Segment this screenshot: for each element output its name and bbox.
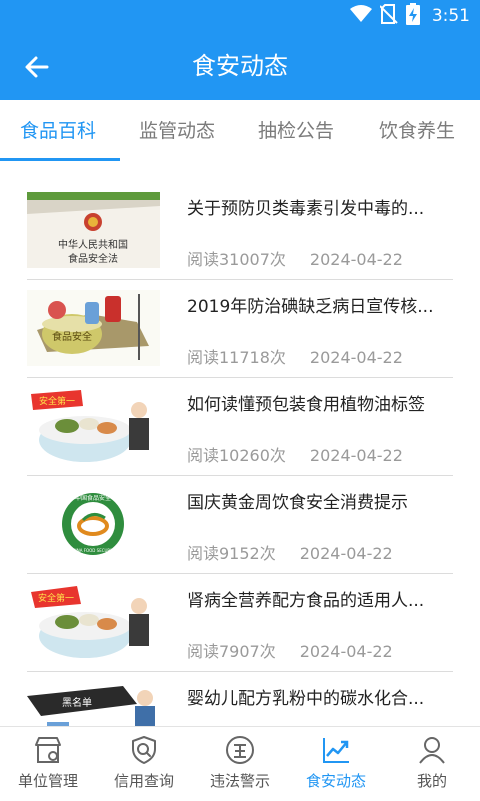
article-thumbnail: 食品安全 (27, 290, 160, 366)
list-item[interactable]: 安全第一 如何读懂预包装食用植物油标签 阅读10260次 2024-04-22 (0, 378, 480, 476)
no-sim-icon (379, 4, 398, 28)
shield-search-icon (132, 736, 156, 764)
nav-violation-warning[interactable]: 违法警示 (192, 727, 288, 801)
article-thumbnail: 黑名单 (27, 682, 160, 726)
status-icons: 3:51 (349, 3, 470, 29)
article-title: 肾病全营养配方食品的适用人... (187, 591, 425, 611)
svg-text:食品安全法: 食品安全法 (68, 252, 118, 265)
nav-food-safety-news[interactable]: 食安动态 (288, 727, 384, 801)
read-count: 阅读11718次 (187, 348, 286, 367)
read-count: 阅读10260次 (187, 446, 286, 465)
article-title: 如何读懂预包装食用植物油标签 (187, 395, 425, 415)
svg-text:食品安全: 食品安全 (52, 330, 92, 343)
svg-text:CHINA FOOD SECURITY: CHINA FOOD SECURITY (70, 548, 117, 553)
tab-inspection-notices[interactable]: 抽检公告 (258, 100, 334, 162)
tab-diet-health[interactable]: 饮食养生 (379, 100, 455, 162)
back-button[interactable] (22, 52, 52, 82)
read-count: 阅读31007次 (187, 250, 286, 269)
publish-date: 2024-04-22 (299, 642, 393, 661)
svg-text:黑名单: 黑名单 (62, 696, 92, 709)
article-meta: 阅读9152次 2024-04-22 (187, 540, 393, 564)
app-bar: 食安动态 (0, 32, 480, 100)
svg-text:中华人民共和国: 中华人民共和国 (58, 238, 128, 251)
list-item[interactable]: 中华人民共和国 食品安全法 关于预防贝类毒素引发中毒的... 阅读31007次 2… (0, 182, 480, 280)
person-icon (419, 737, 445, 764)
article-meta: 阅读11718次 2024-04-22 (187, 344, 403, 368)
article-title: 婴幼儿配方乳粉中的碳水化合... (187, 689, 425, 709)
violation-warning-icon (226, 736, 254, 764)
list-item[interactable]: 中国食品安全 CHINA FOOD SECURITY 国庆黄金周饮食安全消费提示… (0, 476, 480, 574)
nav-label: 信用查询 (113, 772, 174, 790)
status-time: 3:51 (431, 6, 470, 26)
svg-text:安全第一: 安全第一 (39, 395, 75, 407)
nav-label: 违法警示 (209, 772, 270, 790)
article-title: 国庆黄金周饮食安全消费提示 (187, 493, 408, 513)
nav-label: 我的 (416, 772, 447, 790)
list-item[interactable]: 黑名单 婴幼儿配方乳粉中的碳水化合... (0, 672, 480, 726)
nav-credit-query[interactable]: 信用查询 (96, 727, 192, 801)
bottom-navigation: 单位管理 信用查询 违法警示 食安动态 我的 (0, 726, 480, 801)
page-title: 食安动态 (192, 52, 288, 80)
wifi-icon (349, 5, 372, 27)
article-title: 关于预防贝类毒素引发中毒的... (187, 199, 425, 219)
nav-label: 食安动态 (305, 772, 366, 790)
article-thumbnail: 中国食品安全 CHINA FOOD SECURITY (27, 486, 160, 562)
article-meta: 阅读10260次 2024-04-22 (187, 442, 403, 466)
active-tab-indicator (0, 158, 120, 161)
read-count: 阅读7907次 (187, 642, 276, 661)
battery-charging-icon (405, 3, 420, 29)
publish-date: 2024-04-22 (309, 348, 403, 367)
article-thumbnail: 安全第一 (27, 584, 160, 660)
publish-date: 2024-04-22 (299, 544, 393, 563)
svg-text:中国食品安全: 中国食品安全 (75, 494, 111, 502)
trend-chart-icon (323, 738, 349, 763)
status-bar: 3:51 (0, 0, 480, 32)
nav-mine[interactable]: 我的 (384, 727, 480, 801)
category-tabs: 食品百科 监管动态 抽检公告 饮食养生 (0, 100, 480, 162)
tab-regulatory-news[interactable]: 监管动态 (139, 100, 215, 162)
publish-date: 2024-04-22 (309, 446, 403, 465)
article-title: 2019年防治碘缺乏病日宣传核... (187, 297, 434, 317)
tab-food-encyclopedia[interactable]: 食品百科 (20, 100, 96, 162)
article-meta: 阅读31007次 2024-04-22 (187, 246, 403, 270)
read-count: 阅读9152次 (187, 544, 276, 563)
publish-date: 2024-04-22 (309, 250, 403, 269)
svg-text:安全第一: 安全第一 (38, 592, 74, 604)
article-meta: 阅读7907次 2024-04-22 (187, 638, 393, 662)
storefront-gear-icon (35, 737, 61, 763)
nav-label: 单位管理 (17, 772, 78, 790)
article-thumbnail: 安全第一 (27, 388, 160, 464)
article-thumbnail: 中华人民共和国 食品安全法 (27, 192, 160, 268)
list-item[interactable]: 食品安全 2019年防治碘缺乏病日宣传核... 阅读11718次 2024-04-… (0, 280, 480, 378)
nav-unit-management[interactable]: 单位管理 (0, 727, 96, 801)
list-item[interactable]: 安全第一 肾病全营养配方食品的适用人... 阅读7907次 2024-04-22 (0, 574, 480, 672)
arrow-left-icon (25, 56, 49, 78)
article-list: 中华人民共和国 食品安全法 关于预防贝类毒素引发中毒的... 阅读31007次 2… (0, 182, 480, 726)
